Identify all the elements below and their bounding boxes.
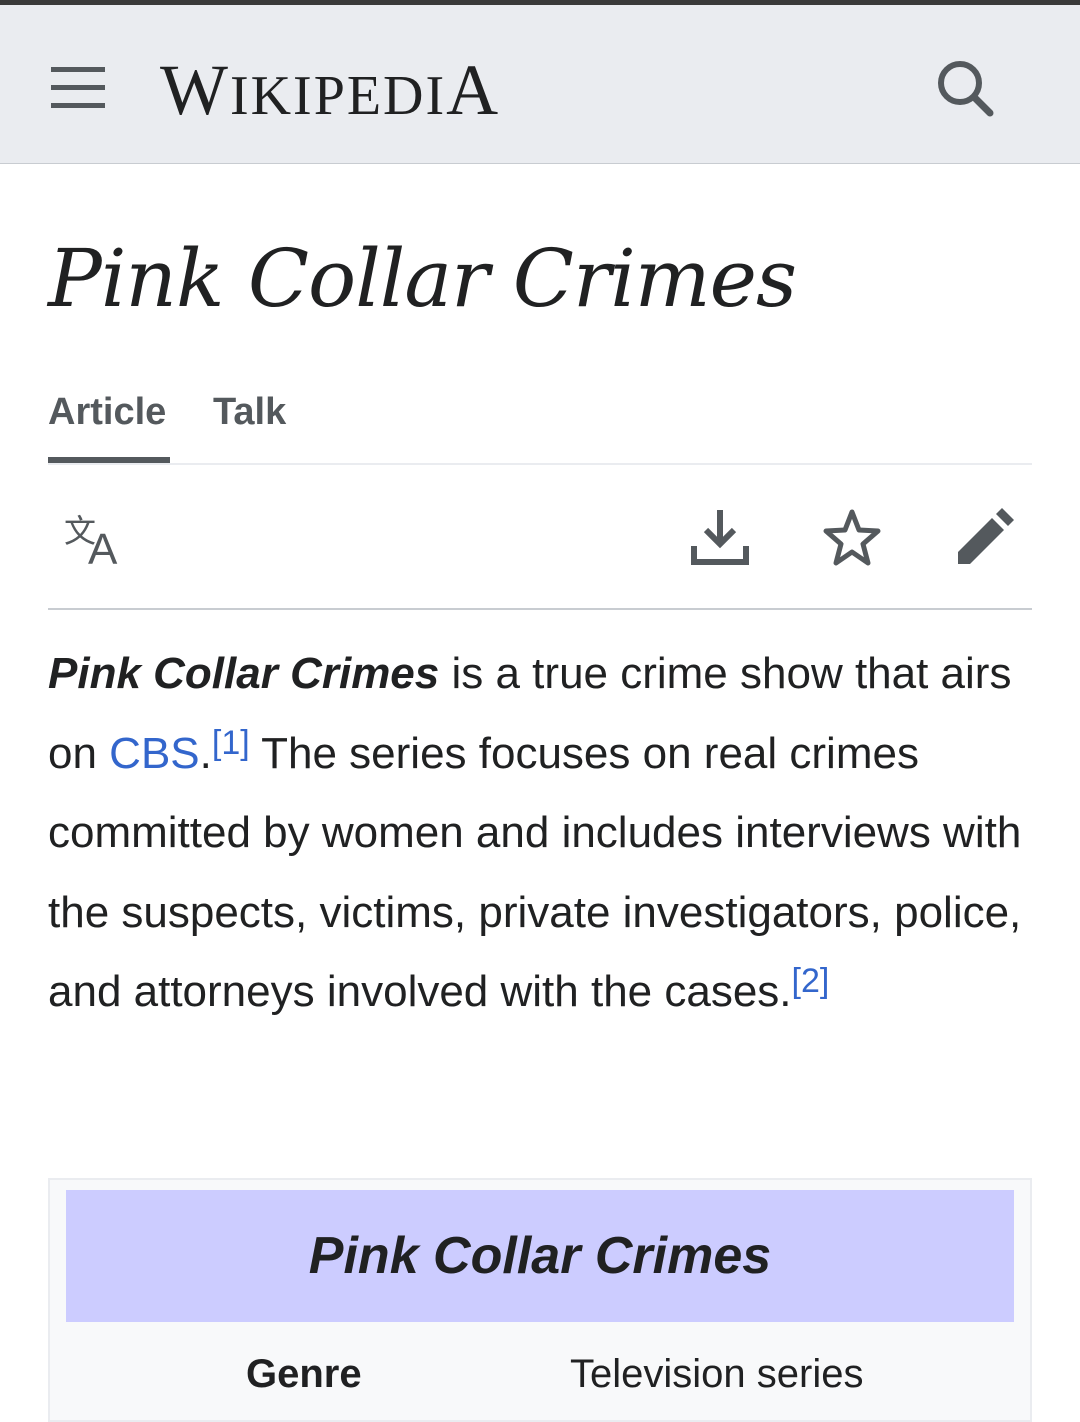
infobox-value-genre: Television series	[570, 1352, 864, 1396]
search-icon[interactable]	[930, 57, 1000, 121]
page-actions-bar: 文 A	[48, 490, 1032, 610]
language-icon[interactable]: 文 A	[62, 508, 132, 574]
article-intro: Pink Collar Crimes is a true crime show …	[48, 649, 1022, 1016]
infobox-label-genre: Genre	[246, 1352, 362, 1396]
star-icon[interactable]	[820, 506, 884, 570]
infobox: Pink Collar Crimes Genre Television seri…	[48, 1178, 1032, 1422]
hamburger-menu-icon[interactable]	[48, 57, 108, 113]
page-title: Pink Collar Crimes	[48, 232, 797, 325]
link-cbs[interactable]: CBS	[109, 729, 199, 778]
svg-text:A: A	[88, 525, 118, 568]
header-bar: WIKIPEDIA	[0, 5, 1080, 164]
tab-talk[interactable]: Talk	[213, 385, 286, 463]
tab-article[interactable]: Article	[48, 385, 170, 463]
reference-2[interactable]: [2]	[792, 962, 830, 1000]
download-icon[interactable]	[688, 506, 752, 570]
intro-bold-title: Pink Collar Crimes	[48, 649, 440, 698]
infobox-title: Pink Collar Crimes	[66, 1190, 1014, 1322]
article-tabs: Article Talk	[48, 385, 1032, 465]
edit-pencil-icon[interactable]	[952, 506, 1016, 570]
wikipedia-logo[interactable]: WIKIPEDIA	[160, 49, 500, 130]
reference-1[interactable]: [1]	[212, 724, 250, 762]
